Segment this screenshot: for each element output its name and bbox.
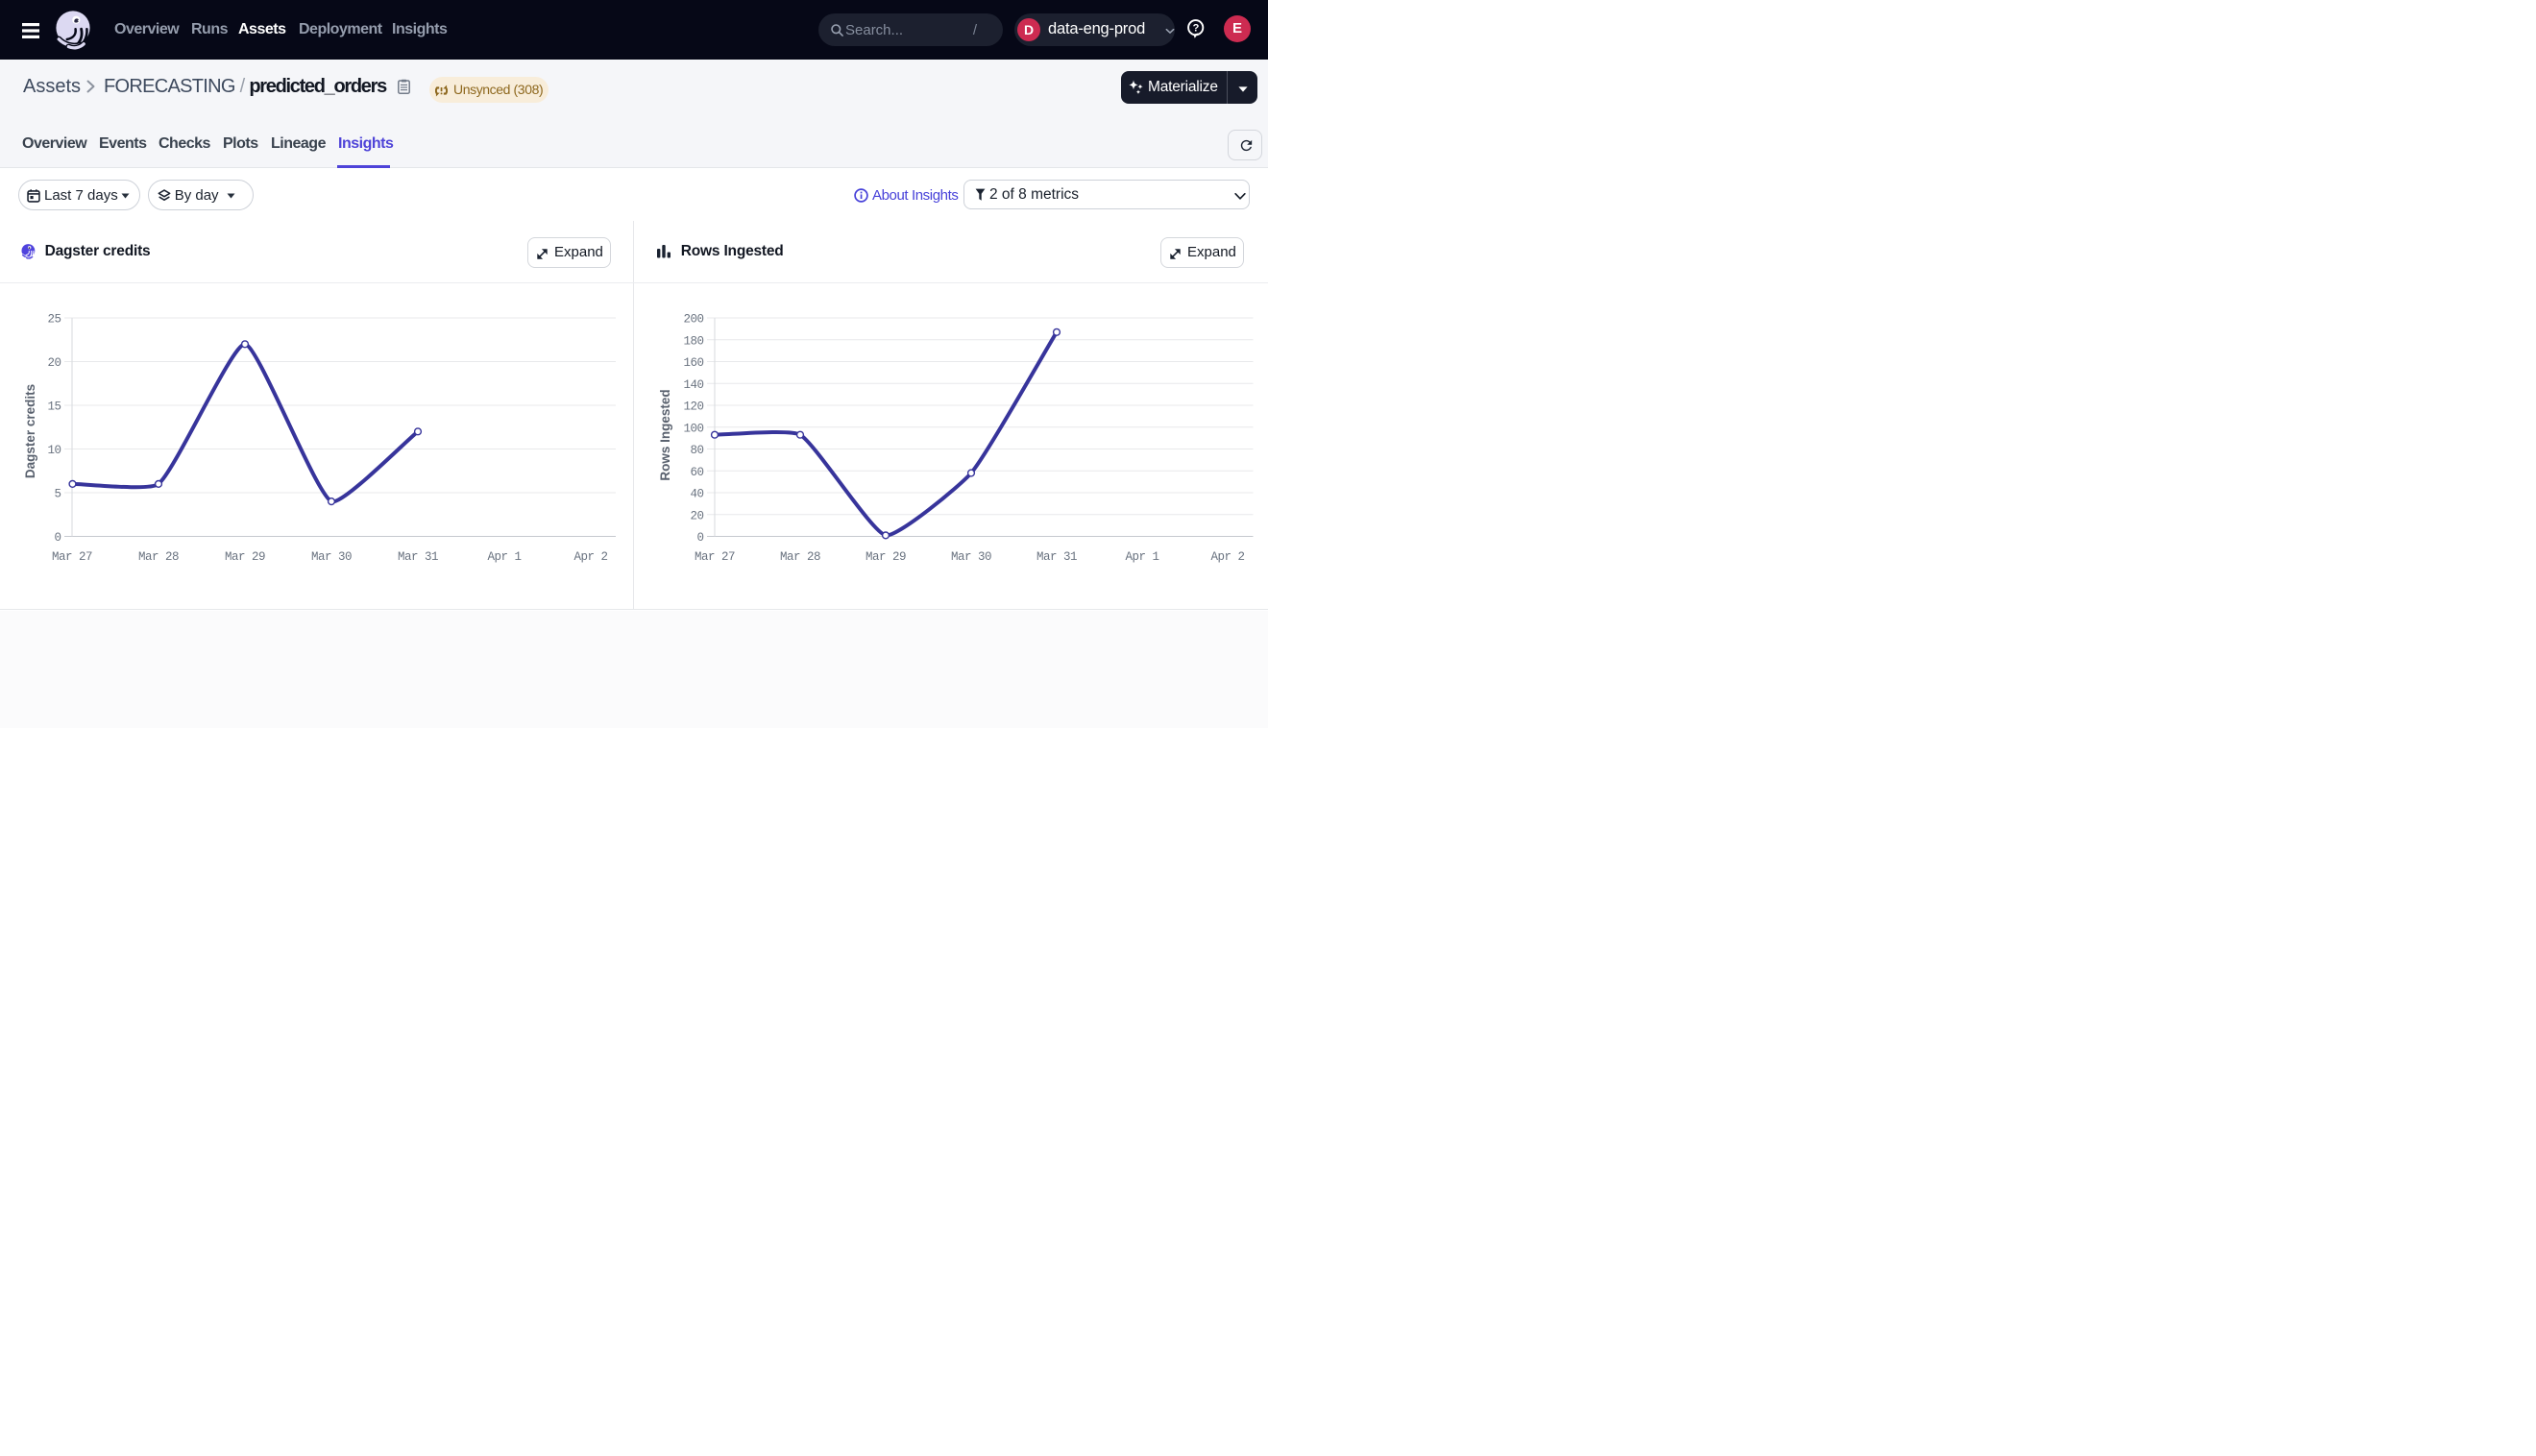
svg-text:100: 100 — [683, 422, 703, 435]
svg-text:0: 0 — [54, 531, 61, 545]
svg-text:?: ? — [1193, 23, 1200, 35]
svg-text:Mar 31: Mar 31 — [1036, 550, 1077, 564]
svg-text:Mar 31: Mar 31 — [398, 550, 438, 564]
svg-text:Apr 2: Apr 2 — [573, 550, 607, 564]
svg-text:15: 15 — [47, 400, 61, 414]
svg-text:Apr 1: Apr 1 — [1125, 550, 1158, 564]
svg-text:160: 160 — [683, 356, 703, 370]
svg-text:Mar 27: Mar 27 — [52, 550, 92, 564]
svg-text:Apr 2: Apr 2 — [1210, 550, 1244, 564]
svg-text:20: 20 — [47, 356, 61, 370]
svg-text:200: 200 — [683, 313, 703, 327]
svg-text:Mar 28: Mar 28 — [138, 550, 179, 564]
svg-text:Apr 1: Apr 1 — [487, 550, 521, 564]
svg-text:25: 25 — [47, 313, 61, 327]
svg-text:140: 140 — [683, 378, 703, 392]
svg-text:Mar 30: Mar 30 — [311, 550, 352, 564]
svg-text:Rows Ingested: Rows Ingested — [658, 389, 672, 480]
svg-text:120: 120 — [683, 400, 703, 414]
svg-text:20: 20 — [690, 509, 703, 522]
svg-text:Mar 29: Mar 29 — [225, 550, 265, 564]
svg-text:Dagster credits: Dagster credits — [23, 384, 37, 478]
svg-text:40: 40 — [690, 488, 703, 501]
svg-text:5: 5 — [54, 488, 61, 501]
svg-text:0: 0 — [696, 531, 703, 545]
svg-text:Mar 30: Mar 30 — [951, 550, 991, 564]
svg-text:Mar 27: Mar 27 — [695, 550, 735, 564]
svg-text:180: 180 — [683, 334, 703, 348]
svg-text:80: 80 — [690, 444, 703, 457]
svg-text:60: 60 — [690, 466, 703, 479]
svg-text:10: 10 — [47, 444, 61, 457]
svg-text:Mar 29: Mar 29 — [866, 550, 906, 564]
svg-text:Mar 28: Mar 28 — [780, 550, 820, 564]
